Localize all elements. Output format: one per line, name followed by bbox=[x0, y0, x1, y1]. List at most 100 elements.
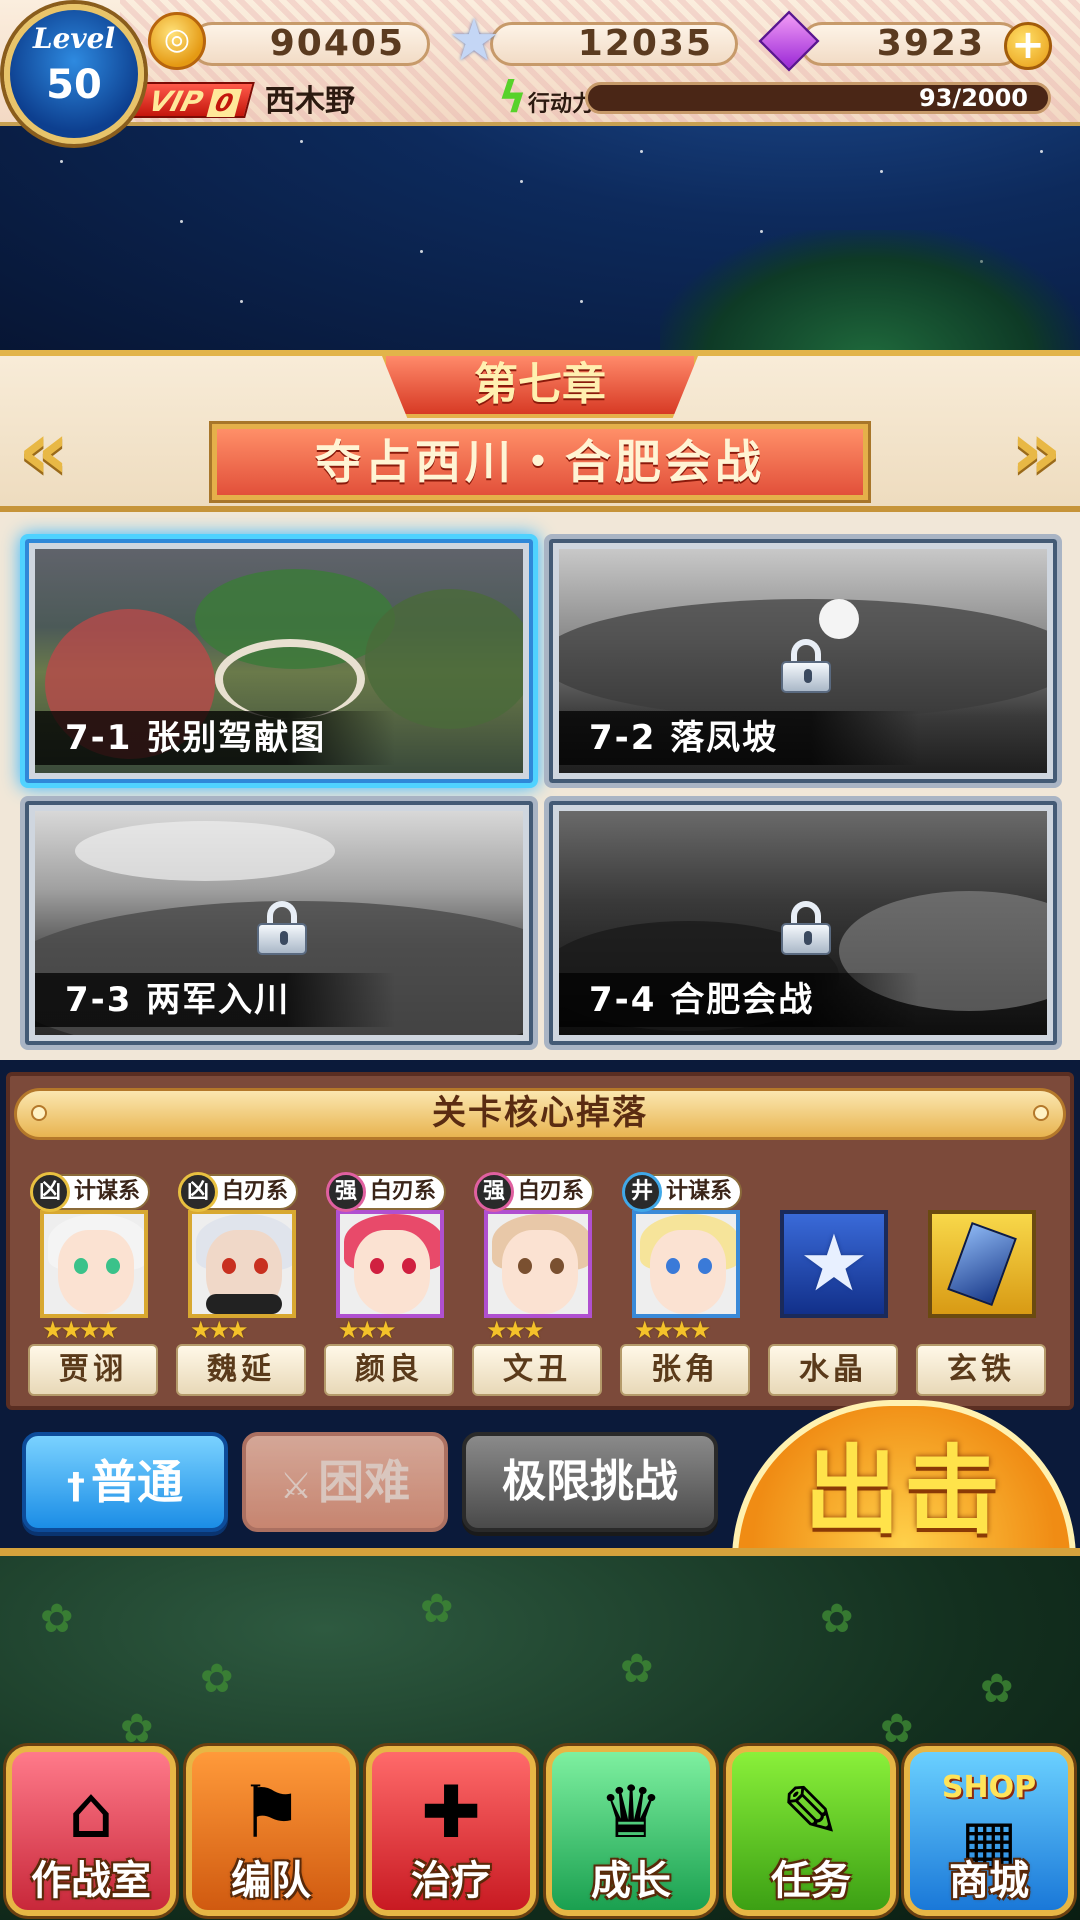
stage-grid: 7-1 张别驾献图 7-2 落凤坡 7-3 两军入川 7-4 合肥会战 bbox=[0, 512, 1080, 1060]
nav-missions[interactable]: ✎ 任务 bbox=[726, 1746, 896, 1916]
badge: 凶 bbox=[178, 1172, 218, 1212]
star-icon: ★ bbox=[448, 6, 500, 74]
stamina-bar: 93/2000 bbox=[585, 82, 1051, 114]
star-rating: ★★★ bbox=[190, 1316, 249, 1344]
level-badge[interactable]: Level 50 bbox=[4, 4, 144, 144]
lock-icon bbox=[781, 901, 831, 955]
item-name: 水晶 bbox=[768, 1344, 898, 1396]
sword-icon: † bbox=[67, 1466, 85, 1507]
drop-hero-jiaxu[interactable]: 凶计谋系 ★★★★ 贾诩 bbox=[28, 1172, 158, 1400]
normal-difficulty-button[interactable]: † 普通 bbox=[22, 1432, 228, 1532]
notepad-icon: ✎ bbox=[780, 1770, 842, 1854]
star-rating: ★★★★ bbox=[634, 1316, 711, 1344]
badge: 强 bbox=[326, 1172, 366, 1212]
vip-label: VIP bbox=[145, 85, 207, 118]
nav-war-room[interactable]: ⌂ 作战室 bbox=[6, 1746, 176, 1916]
badge: 强 bbox=[474, 1172, 514, 1212]
double-chevron-left-icon[interactable]: « bbox=[18, 411, 158, 491]
star-counter: 12035 bbox=[490, 22, 738, 66]
stamina-fill bbox=[588, 85, 609, 111]
house-icon: ⌂ bbox=[68, 1770, 114, 1854]
hero-name: 颜良 bbox=[324, 1344, 454, 1396]
gold-coin-icon: ◎ bbox=[148, 12, 206, 70]
badge: 井 bbox=[622, 1172, 662, 1212]
chapter-number: 第七章 bbox=[382, 356, 698, 418]
hero-type-tag: 强白刃系 bbox=[474, 1172, 595, 1212]
stage-card-7-2[interactable]: 7-2 落凤坡 bbox=[544, 534, 1062, 788]
drop-item-crystal[interactable]: ★ 水晶 bbox=[768, 1174, 898, 1400]
divider bbox=[0, 1548, 1080, 1556]
drops-title: 关卡核心掉落 bbox=[432, 1093, 648, 1133]
sortie-button[interactable]: 出击 bbox=[732, 1400, 1076, 1560]
normal-label: 普通 bbox=[91, 1455, 183, 1509]
chapter-banner: 第七章 夺占西川・合肥会战 « » bbox=[0, 350, 1080, 512]
nav-heal[interactable]: ✚ 治疗 bbox=[366, 1746, 536, 1916]
crossed-swords-icon: ⚔ bbox=[279, 1466, 313, 1507]
drop-hero-yanliang[interactable]: 强白刃系 ★★★ 颜良 bbox=[324, 1172, 454, 1400]
vip-badge[interactable]: VIP 0 bbox=[127, 82, 255, 118]
hero-name: 魏延 bbox=[176, 1344, 306, 1396]
stage-card-7-3[interactable]: 7-3 两军入川 bbox=[20, 796, 538, 1050]
badge: 凶 bbox=[30, 1172, 70, 1212]
lock-icon bbox=[781, 639, 831, 693]
nav-label: 成长 bbox=[591, 1858, 671, 1904]
drop-hero-wenchou[interactable]: 强白刃系 ★★★ 文丑 bbox=[472, 1172, 602, 1400]
type-label: 白刃系 bbox=[222, 1179, 289, 1204]
game-screen: Level 50 90405 ◎ 12035 ★ 3923 + VIP 0 西木野… bbox=[0, 0, 1080, 1920]
drop-hero-zhangjiao[interactable]: 井计谋系 ★★★★ 张角 bbox=[620, 1172, 750, 1400]
level-label: Level bbox=[32, 22, 116, 55]
sortie-label: 出击 bbox=[804, 1435, 1004, 1547]
hard-label: 困难 bbox=[318, 1455, 411, 1509]
core-drops-panel: 关卡核心掉落 凶计谋系 ★★★★ 贾诩 凶白刃系 ★★★ 魏延 强 白刃系 ★★… bbox=[6, 1072, 1074, 1410]
trophy-icon: ♛ bbox=[598, 1770, 664, 1854]
add-gems-button[interactable]: + bbox=[1004, 22, 1052, 70]
stamina-label: 行动力 bbox=[528, 92, 595, 117]
nav-label: 作战室 bbox=[31, 1858, 151, 1904]
stage-card-7-4[interactable]: 7-4 合肥会战 bbox=[544, 796, 1062, 1050]
type-label: 计谋系 bbox=[666, 1179, 733, 1204]
medkit-icon: ✚ bbox=[420, 1770, 482, 1854]
star-rating: ★★★ bbox=[486, 1316, 545, 1344]
nav-formation[interactable]: ⚑ 编队 bbox=[186, 1746, 356, 1916]
star-crystal-icon: ★ bbox=[780, 1210, 888, 1318]
nav-label: 商城 bbox=[949, 1858, 1029, 1904]
star-rating: ★★★★ bbox=[42, 1316, 119, 1344]
hero-portrait bbox=[336, 1210, 444, 1318]
nav-growth[interactable]: ♛ 成长 bbox=[546, 1746, 716, 1916]
stage-label: 7-3 两军入川 bbox=[35, 973, 395, 1027]
blue-ore-icon bbox=[928, 1210, 1036, 1318]
stage-label: 7-2 落凤坡 bbox=[559, 711, 919, 765]
hard-difficulty-button[interactable]: ⚔ 困难 bbox=[242, 1432, 448, 1532]
stage-label: 7-1 张别驾献图 bbox=[35, 711, 395, 765]
limit-label: 极限挑战 bbox=[502, 1456, 678, 1507]
hero-type-tag: 强白刃系 bbox=[326, 1172, 447, 1212]
nav-label: 编队 bbox=[231, 1858, 311, 1904]
hero-portrait bbox=[188, 1210, 296, 1318]
stamina-value: 93/2000 bbox=[919, 84, 1028, 112]
drop-hero-weiyan[interactable]: 凶白刃系 ★★★ 魏延 bbox=[176, 1172, 306, 1400]
gem-counter: 3923 bbox=[800, 22, 1022, 66]
hero-portrait bbox=[40, 1210, 148, 1318]
hero-name: 张角 bbox=[620, 1344, 750, 1396]
type-label: 计谋系 bbox=[74, 1179, 141, 1204]
star-rating: ★★★ bbox=[338, 1316, 397, 1344]
vip-level: 0 bbox=[206, 89, 243, 117]
level-number: 50 bbox=[46, 62, 102, 108]
type-label: 白刃系 bbox=[518, 1179, 585, 1204]
stage-label: 7-4 合肥会战 bbox=[559, 973, 919, 1027]
item-name: 玄铁 bbox=[916, 1344, 1046, 1396]
hero-portrait bbox=[484, 1210, 592, 1318]
hero-name: 贾诩 bbox=[28, 1344, 158, 1396]
drops-title-bar: 关卡核心掉落 bbox=[14, 1088, 1066, 1140]
nav-label: 治疗 bbox=[411, 1858, 491, 1904]
nav-label: 任务 bbox=[771, 1858, 851, 1904]
nav-shop[interactable]: SHOP ▦ 商城 bbox=[904, 1746, 1074, 1916]
chapter-title: 夺占西川・合肥会战 bbox=[209, 421, 871, 503]
gold-counter: 90405 bbox=[190, 22, 430, 66]
drop-item-iron[interactable]: 玄铁 bbox=[916, 1174, 1046, 1400]
double-chevron-right-icon[interactable]: » bbox=[922, 411, 1062, 491]
stage-card-7-1[interactable]: 7-1 张别驾献图 bbox=[20, 534, 538, 788]
limit-challenge-button[interactable]: 极限挑战 bbox=[462, 1432, 718, 1532]
hero-type-tag: 凶白刃系 bbox=[178, 1172, 299, 1212]
type-label: 白刃系 bbox=[370, 1179, 437, 1204]
